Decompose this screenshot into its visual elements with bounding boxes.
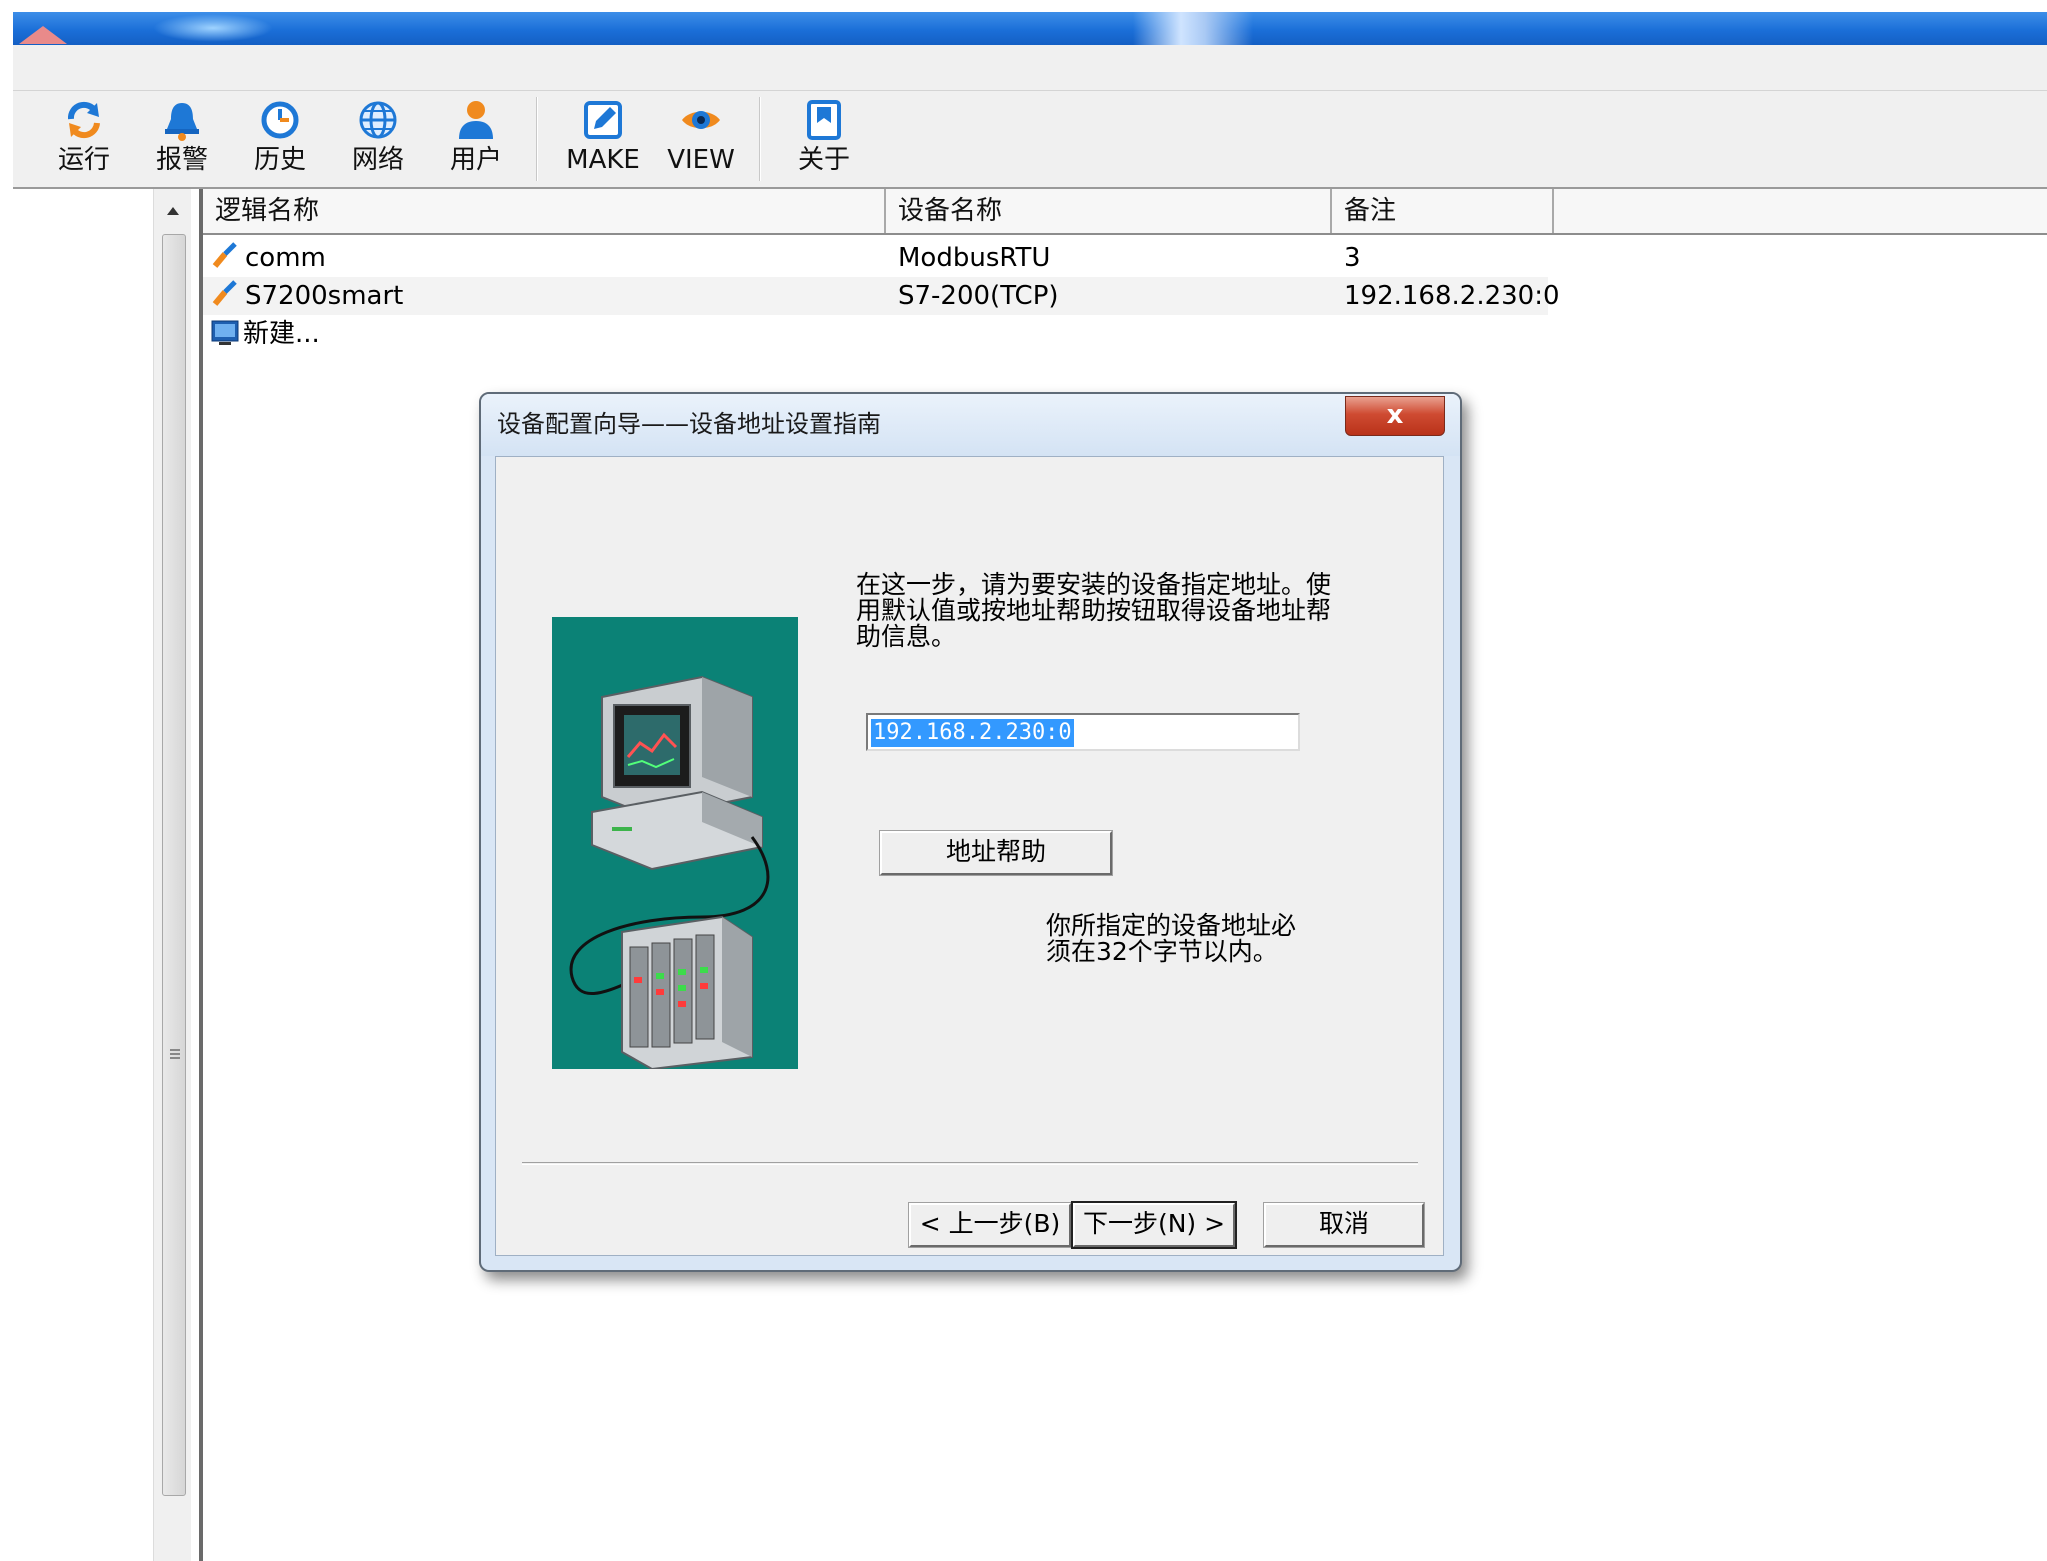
toolbar-history-label: 历史 (253, 145, 306, 175)
toolbar-view-label: VIEW (667, 145, 735, 175)
row-note: 192.168.2.230:0 (1344, 281, 1560, 311)
device-list-header: 逻辑名称 设备名称 备注 (203, 189, 2047, 235)
device-config-wizard-dialog: 设备配置向导——设备地址设置指南 x 在这一步，请为要安装的设备指定地址。使用默… (479, 392, 1462, 1272)
toolbar-network-label: 网络 (351, 145, 404, 175)
row-logical-name: 新建... (243, 319, 320, 349)
row-logical-name: S7200smart (245, 281, 404, 311)
toolbar-about-label: 关于 (797, 145, 850, 175)
toolbar-run-label: 运行 (57, 145, 110, 175)
address-length-note: 你所指定的设备地址必须在32个字节以内。 (1046, 911, 1297, 966)
table-row[interactable]: comm ModbusRTU 3 (203, 239, 1548, 277)
row-note: 3 (1344, 243, 1361, 273)
dialog-title: 设备配置向导——设备地址设置指南 (497, 410, 881, 438)
new-device-monitor-icon (211, 320, 239, 345)
row-device-name: ModbusRTU (898, 243, 1051, 273)
close-icon: x (1386, 400, 1404, 430)
app-logo-icon (19, 26, 67, 44)
app-window: 运行 报警 历史 网络 用户 MAKE VIEW 关于 逻辑名称 设备名称 备注… (13, 0, 2047, 1561)
column-header-logical-name[interactable]: 逻辑名称 (203, 189, 886, 233)
toolbar-make-button[interactable]: MAKE (558, 97, 648, 183)
view-eye-icon (682, 111, 720, 129)
table-row-new[interactable]: 新建... (203, 315, 1548, 353)
scroll-thumb[interactable] (162, 234, 186, 1496)
toolbar: 运行 报警 历史 网络 用户 MAKE VIEW 关于 (13, 91, 2047, 189)
dialog-body: 在这一步，请为要安装的设备指定地址。使用默认值或按地址帮助按钮取得设备地址帮助信… (495, 456, 1444, 1256)
column-header-device-name[interactable]: 设备名称 (886, 189, 1332, 233)
wizard-instruction-text: 在这一步，请为要安装的设备指定地址。使用默认值或按地址帮助按钮取得设备地址帮助信… (856, 570, 1332, 651)
toolbar-user-button[interactable]: 用户 (431, 97, 521, 183)
device-driver-icon (212, 280, 237, 306)
alarm-bell-icon (165, 103, 199, 141)
toolbar-network-button[interactable]: 网络 (333, 97, 423, 183)
close-button[interactable]: x (1345, 396, 1445, 436)
make-edit-icon (584, 101, 622, 139)
toolbar-about-button[interactable]: 关于 (779, 97, 869, 183)
cancel-button[interactable]: 取消 (1263, 1202, 1425, 1248)
next-step-button[interactable]: 下一步(N) > (1071, 1201, 1237, 1249)
toolbar-make-label: MAKE (566, 145, 640, 175)
run-icon (67, 101, 100, 139)
device-address-value: 192.168.2.230:0 (871, 719, 1074, 747)
toolbar-user-label: 用户 (449, 145, 502, 175)
scroll-up-arrow-icon[interactable] (167, 207, 179, 215)
column-header-note[interactable]: 备注 (1332, 189, 1554, 233)
tree-scrollbar[interactable] (153, 189, 191, 1561)
row-device-name: S7-200(TCP) (898, 281, 1059, 311)
scroll-grip-icon (170, 1049, 180, 1059)
network-globe-icon (359, 101, 397, 139)
row-logical-name: comm (245, 243, 326, 273)
dialog-title-bar[interactable]: 设备配置向导——设备地址设置指南 (481, 394, 1460, 456)
address-help-button[interactable]: 地址帮助 (879, 830, 1113, 876)
menu-bar (13, 45, 2047, 91)
prev-step-button[interactable]: < 上一步(B) (908, 1202, 1072, 1248)
toolbar-run-button[interactable]: 运行 (39, 97, 129, 183)
toolbar-alarm-button[interactable]: 报警 (137, 97, 227, 183)
user-icon (459, 101, 493, 139)
computer-plc-illustration-icon (552, 617, 798, 1069)
history-clock-icon (261, 101, 299, 139)
toolbar-alarm-label: 报警 (155, 145, 208, 175)
device-address-input[interactable]: 192.168.2.230:0 (866, 713, 1300, 751)
window-title-bar[interactable] (13, 12, 2047, 45)
about-book-icon (807, 100, 841, 140)
table-row[interactable]: S7200smart S7-200(TCP) 192.168.2.230:0 (203, 277, 1560, 315)
toolbar-history-button[interactable]: 历史 (235, 97, 325, 183)
device-driver-icon (212, 242, 237, 268)
toolbar-view-button[interactable]: VIEW (656, 97, 746, 183)
dialog-divider (522, 1162, 1418, 1165)
